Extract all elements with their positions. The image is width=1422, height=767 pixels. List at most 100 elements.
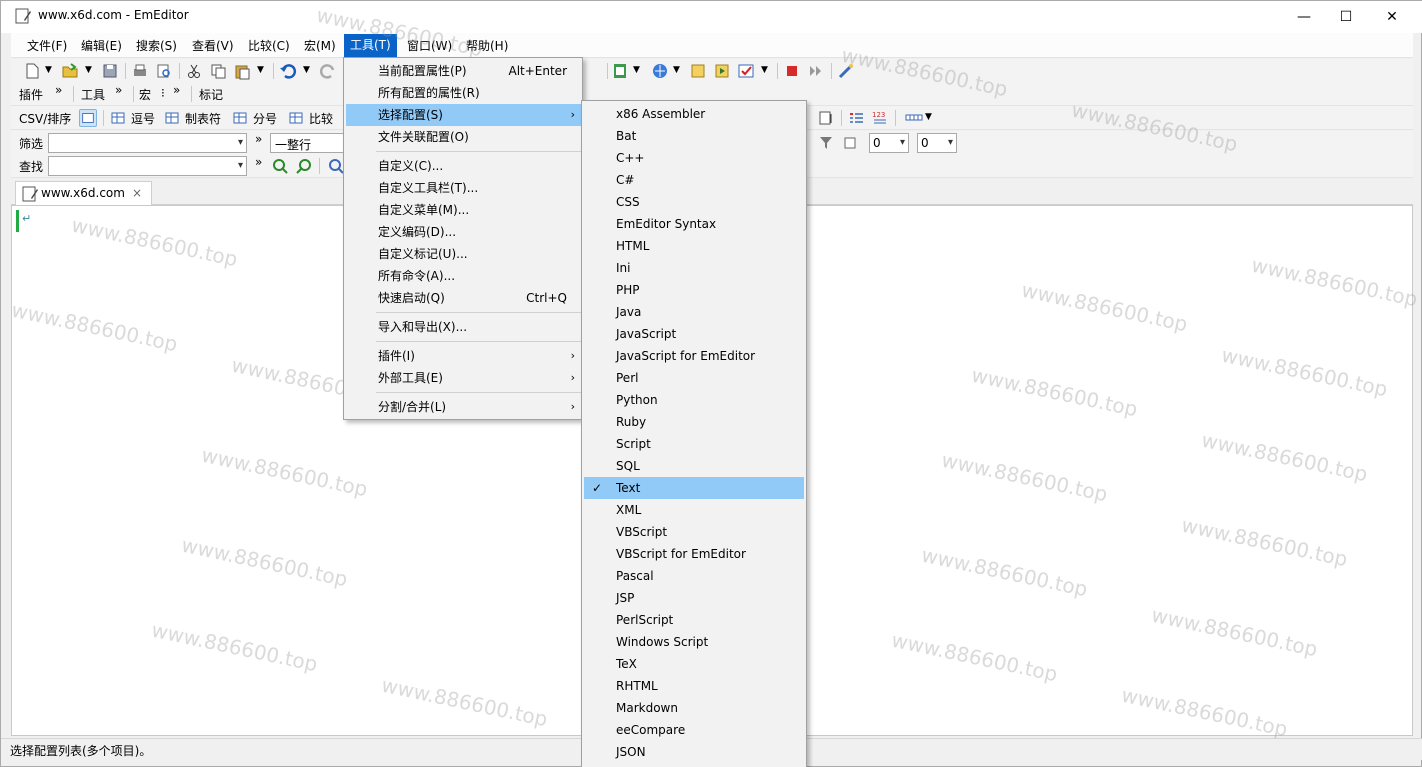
save-icon[interactable] [101, 62, 119, 80]
menu-item-all-commands[interactable]: 所有命令(A)... [346, 265, 581, 287]
menu-item-customize-markers[interactable]: 自定义标记(U)... [346, 243, 581, 265]
number-sort-icon[interactable]: 123 [871, 109, 889, 127]
undo-dropdown-arrow-icon[interactable]: ▼ [303, 65, 310, 75]
config-item[interactable]: Script [584, 433, 804, 455]
csv-mode-icon[interactable] [611, 62, 629, 80]
config-item[interactable]: Ruby [584, 411, 804, 433]
config-item[interactable]: TeX [584, 653, 804, 675]
filter-count-select[interactable]: 0 ▾ [917, 133, 957, 153]
config-item[interactable]: PHP [584, 279, 804, 301]
config-item[interactable]: eeCompare [584, 719, 804, 741]
config-item[interactable]: XML [584, 499, 804, 521]
menu-macro[interactable]: 宏(M) [298, 37, 342, 57]
config-item[interactable]: Java [584, 301, 804, 323]
encoding-dropdown-arrow-icon[interactable]: ▼ [673, 65, 680, 75]
config-item[interactable]: Pascal [584, 565, 804, 587]
menu-item-quick-launch[interactable]: 快速启动(Q) Ctrl+Q [346, 287, 581, 309]
normal-mode-icon[interactable] [79, 109, 97, 127]
config-item[interactable]: RHTML [584, 675, 804, 697]
tools-toolbar-label[interactable]: 工具 [81, 86, 105, 103]
new-dropdown-arrow-icon[interactable]: ▼ [45, 65, 52, 75]
tab-close-icon[interactable]: × [132, 186, 142, 200]
menu-file[interactable]: 文件(F) [21, 37, 73, 57]
config-item[interactable]: HTML [584, 235, 804, 257]
marker-toolbar-label[interactable]: 标记 [199, 86, 223, 103]
maximize-button[interactable]: ☐ [1323, 1, 1369, 33]
tools-wand-icon[interactable] [837, 62, 855, 80]
menu-item-current-config-properties[interactable]: 当前配置属性(P) Alt+Enter [346, 60, 581, 82]
sort-icon[interactable] [817, 109, 835, 127]
chevron-more-icon[interactable]: » [115, 83, 122, 97]
redo-icon[interactable] [319, 62, 337, 80]
menu-item-plugins[interactable]: 插件(I) › [346, 345, 581, 367]
macro-edit-icon[interactable] [689, 62, 707, 80]
config-item[interactable]: ✓ Text [584, 477, 804, 499]
menu-item-external-tools[interactable]: 外部工具(E) › [346, 367, 581, 389]
csv-dropdown-arrow-icon[interactable]: ▼ [633, 65, 640, 75]
menu-search[interactable]: 搜索(S) [130, 37, 183, 57]
filter-input[interactable]: ▾ [48, 133, 247, 153]
macros-toolbar-label[interactable]: 宏 [139, 86, 151, 103]
list-icon[interactable] [847, 109, 865, 127]
config-item[interactable]: JavaScript for EmEditor [584, 345, 804, 367]
config-item[interactable]: SQL [584, 455, 804, 477]
config-item[interactable]: x86 Assembler [584, 103, 804, 125]
copy-icon[interactable] [209, 62, 227, 80]
tab-table-icon[interactable] [163, 109, 181, 127]
chevron-down-icon[interactable]: ▾ [948, 137, 953, 148]
menu-item-define-encoding[interactable]: 定义编码(D)... [346, 221, 581, 243]
menu-window[interactable]: 窗口(W) [401, 37, 458, 57]
config-item[interactable]: C++ [584, 147, 804, 169]
config-item[interactable]: JSON [584, 741, 804, 763]
menu-item-import-export[interactable]: 导入和导出(X)... [346, 316, 581, 338]
menu-tools[interactable]: 工具(T) [344, 34, 397, 57]
filter-column-select[interactable]: 0 ▾ [869, 133, 909, 153]
find-next-icon[interactable] [271, 157, 289, 175]
menu-item-customize-toolbars[interactable]: 自定义工具栏(T)... [346, 177, 581, 199]
play-macro-icon[interactable] [807, 62, 825, 80]
paste-icon[interactable] [233, 62, 251, 80]
plugins-toolbar-label[interactable]: 插件 [19, 86, 43, 103]
config-item[interactable]: VBScript for EmEditor [584, 543, 804, 565]
chevron-more-icon[interactable]: » [173, 83, 180, 97]
undo-icon[interactable] [279, 62, 297, 80]
menu-item-split-merge[interactable]: 分割/合并(L) › [346, 396, 581, 418]
menu-item-select-config[interactable]: 选择配置(S) › [346, 104, 581, 126]
config-item[interactable]: Markdown [584, 697, 804, 719]
tab-mode-button[interactable]: 制表符 [185, 110, 221, 127]
minimize-button[interactable]: — [1281, 1, 1327, 33]
column-dropdown-arrow-icon[interactable]: ▼ [925, 112, 932, 122]
config-item[interactable]: Python [584, 389, 804, 411]
menu-edit[interactable]: 编辑(E) [75, 37, 128, 57]
menu-item-customize[interactable]: 自定义(C)... [346, 155, 581, 177]
menu-compare[interactable]: 比较(C) [242, 37, 296, 57]
find-previous-icon[interactable] [295, 157, 313, 175]
menu-view[interactable]: 查看(V) [186, 37, 240, 57]
chevron-more-icon[interactable]: » [255, 132, 262, 146]
open-folder-icon[interactable] [61, 62, 79, 80]
macro-run-icon[interactable] [713, 62, 731, 80]
config-item[interactable]: VBScript [584, 521, 804, 543]
compare-mode-button[interactable]: 比较 [309, 110, 333, 127]
menu-item-all-config-properties[interactable]: 所有配置的属性(R) [346, 82, 581, 104]
new-file-icon[interactable] [23, 62, 41, 80]
cut-icon[interactable] [185, 62, 203, 80]
encoding-icon[interactable] [651, 62, 669, 80]
print-icon[interactable] [131, 62, 149, 80]
config-item[interactable]: Windows Script [584, 631, 804, 653]
paste-dropdown-arrow-icon[interactable]: ▼ [257, 65, 264, 75]
filter-apply-icon[interactable] [817, 134, 835, 152]
menu-item-customize-menus[interactable]: 自定义菜单(M)... [346, 199, 581, 221]
config-item[interactable]: Bat [584, 125, 804, 147]
comma-mode-button[interactable]: 逗号 [131, 110, 155, 127]
close-button[interactable]: ✕ [1369, 1, 1415, 33]
config-item[interactable]: C# [584, 169, 804, 191]
chevron-down-icon[interactable]: ▾ [238, 160, 243, 171]
chevron-more-icon[interactable]: » [55, 83, 62, 97]
config-item[interactable]: CSS [584, 191, 804, 213]
menu-item-file-association-config[interactable]: 文件关联配置(O) [346, 126, 581, 148]
config-item[interactable]: PerlScript [584, 609, 804, 631]
config-item[interactable]: JSP [584, 587, 804, 609]
config-item[interactable]: EmEditor Syntax [584, 213, 804, 235]
print-preview-icon[interactable] [155, 62, 173, 80]
